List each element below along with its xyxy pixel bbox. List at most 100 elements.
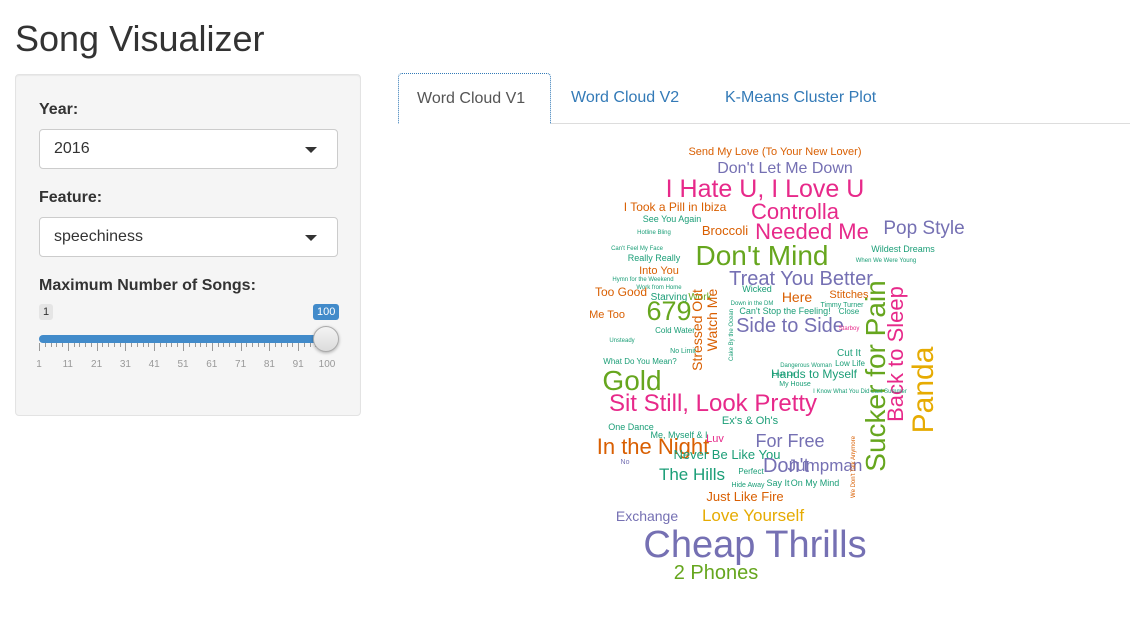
slider-tick: [159, 343, 161, 347]
tab-word-cloud-v2[interactable]: Word Cloud V2: [553, 73, 697, 124]
word-cloud-word: Cheap Thrills: [643, 524, 866, 566]
word-cloud-word: One Dance: [608, 422, 654, 432]
slider-tick: [217, 343, 219, 347]
slider-tick: [286, 343, 288, 347]
tab-kmeans-cluster-plot[interactable]: K-Means Cluster Plot: [707, 73, 894, 124]
word-cloud-word: Too Good: [595, 285, 647, 299]
word-cloud-word: Side to Side: [736, 315, 844, 337]
slider-min-label: 1: [39, 304, 54, 320]
slider-tick: [188, 343, 190, 347]
slider-tick: [298, 343, 300, 351]
word-cloud-word: I Know What You Did Last Summer: [813, 389, 907, 395]
word-cloud-word: Say It: [766, 478, 790, 488]
word-cloud-word: My House: [779, 381, 811, 388]
slider-tick: [229, 343, 231, 347]
word-cloud-word: No Limit: [670, 348, 696, 355]
word-cloud-word: Cut It: [837, 348, 861, 359]
slider-tick: [165, 343, 167, 347]
word-cloud-word: Broccoli: [702, 223, 748, 238]
slider-tick: [177, 343, 179, 347]
slider-tick-label: 51: [177, 359, 189, 370]
word-cloud-word: We Don't Talk Anymore: [851, 435, 857, 498]
word-cloud-word: Wildest Dreams: [871, 244, 935, 254]
word-cloud-word: Me Too: [589, 309, 625, 321]
slider-tick: [90, 343, 92, 347]
word-cloud-word: See You Again: [643, 214, 702, 224]
slider-tick: [269, 343, 271, 351]
slider-tick-label: 31: [119, 359, 131, 370]
slider-tick: [252, 343, 254, 347]
slider-tick: [303, 343, 305, 347]
feature-select[interactable]: speechiness: [39, 217, 338, 257]
slider-tick: [108, 343, 110, 347]
word-cloud-word: Ex's & Oh's: [722, 415, 779, 427]
tab-bar: Word Cloud V1 Word Cloud V2 K-Means Clus…: [398, 73, 1130, 124]
slider-tick: [246, 343, 248, 347]
slider-tick: [275, 343, 277, 347]
word-cloud-word: Love Yourself: [702, 506, 804, 525]
slider-tick-label: 11: [62, 359, 73, 370]
slider-tick: [85, 343, 87, 347]
slider-tick: [240, 343, 242, 351]
word-cloud-word: Perfect: [738, 467, 764, 476]
word-cloud-word: Hide Away: [732, 482, 765, 489]
slider-tick: [234, 343, 236, 347]
slider-tick-label: 41: [148, 359, 160, 370]
tab-word-cloud-v1[interactable]: Word Cloud V1: [398, 73, 551, 124]
slider-tick: [56, 343, 58, 347]
word-cloud-word: Don't Mind: [696, 240, 829, 271]
word-cloud-word: I Took a Pill in Ibiza: [624, 200, 727, 214]
word-cloud-word: Exchange: [616, 508, 678, 524]
word-cloud-word: Hotline Bling: [637, 230, 671, 236]
word-cloud-word: No: [621, 459, 630, 466]
word-cloud-word: Cake By the Ocean: [729, 309, 735, 361]
slider-tick: [257, 343, 259, 347]
word-cloud-word: On My Mind: [791, 478, 840, 488]
word-cloud-word: Wicked: [742, 284, 772, 294]
slider-track[interactable]: [39, 335, 327, 343]
slider-tick: [62, 343, 64, 347]
slider-tick: [44, 343, 46, 347]
slider-tick: [67, 343, 69, 351]
slider-tick: [125, 343, 127, 351]
max-songs-label: Maximum Number of Songs:: [39, 277, 256, 294]
slider-tick: [113, 343, 115, 347]
slider-tick: [39, 343, 40, 351]
slider-tick: [102, 343, 104, 347]
slider-tick: [223, 343, 225, 347]
word-cloud-word: Starboy: [839, 326, 860, 332]
feature-label: Feature:: [39, 189, 103, 206]
slider-tick-label: 71: [235, 359, 247, 370]
year-label: Year:: [39, 101, 79, 118]
year-select-value: 2016: [54, 140, 90, 157]
word-cloud-word: Here: [782, 289, 813, 305]
slider-tick-label: 91: [292, 359, 304, 370]
slider-tick: [171, 343, 173, 347]
slider-tick: [292, 343, 294, 347]
chevron-down-icon: [305, 147, 317, 153]
word-cloud-word: Cold Water: [655, 326, 695, 335]
slider-tick-label: 100: [318, 359, 336, 370]
slider-handle[interactable]: [313, 326, 339, 352]
slider-tick: [131, 343, 133, 347]
slider-tick: [154, 343, 156, 351]
word-cloud-word: Just Like Fire: [706, 489, 783, 504]
slider-tick-label: 61: [206, 359, 218, 370]
slider-tick-label: 21: [91, 359, 103, 370]
slider-tick: [309, 343, 311, 347]
word-cloud-word: Hymn for the Weekend: [612, 277, 673, 283]
slider-tick: [263, 343, 265, 347]
page-title: Song Visualizer: [15, 18, 265, 59]
word-cloud-word: Hands to Myself: [771, 367, 858, 381]
slider-tick: [119, 343, 121, 347]
word-cloud-word: Send My Love (To Your New Lover): [688, 146, 861, 158]
slider-tick: [194, 343, 196, 347]
slider-tick: [50, 343, 52, 347]
slider-tick: [148, 343, 150, 347]
slider-tick: [142, 343, 144, 347]
slider-tick: [136, 343, 138, 347]
year-select[interactable]: 2016: [39, 129, 338, 169]
word-cloud-word: When We Were Young: [856, 258, 916, 264]
word-cloud-word: Pop Style: [883, 218, 964, 239]
sidebar-panel: Year: 2016 Feature: speechiness Maximum …: [15, 74, 361, 416]
